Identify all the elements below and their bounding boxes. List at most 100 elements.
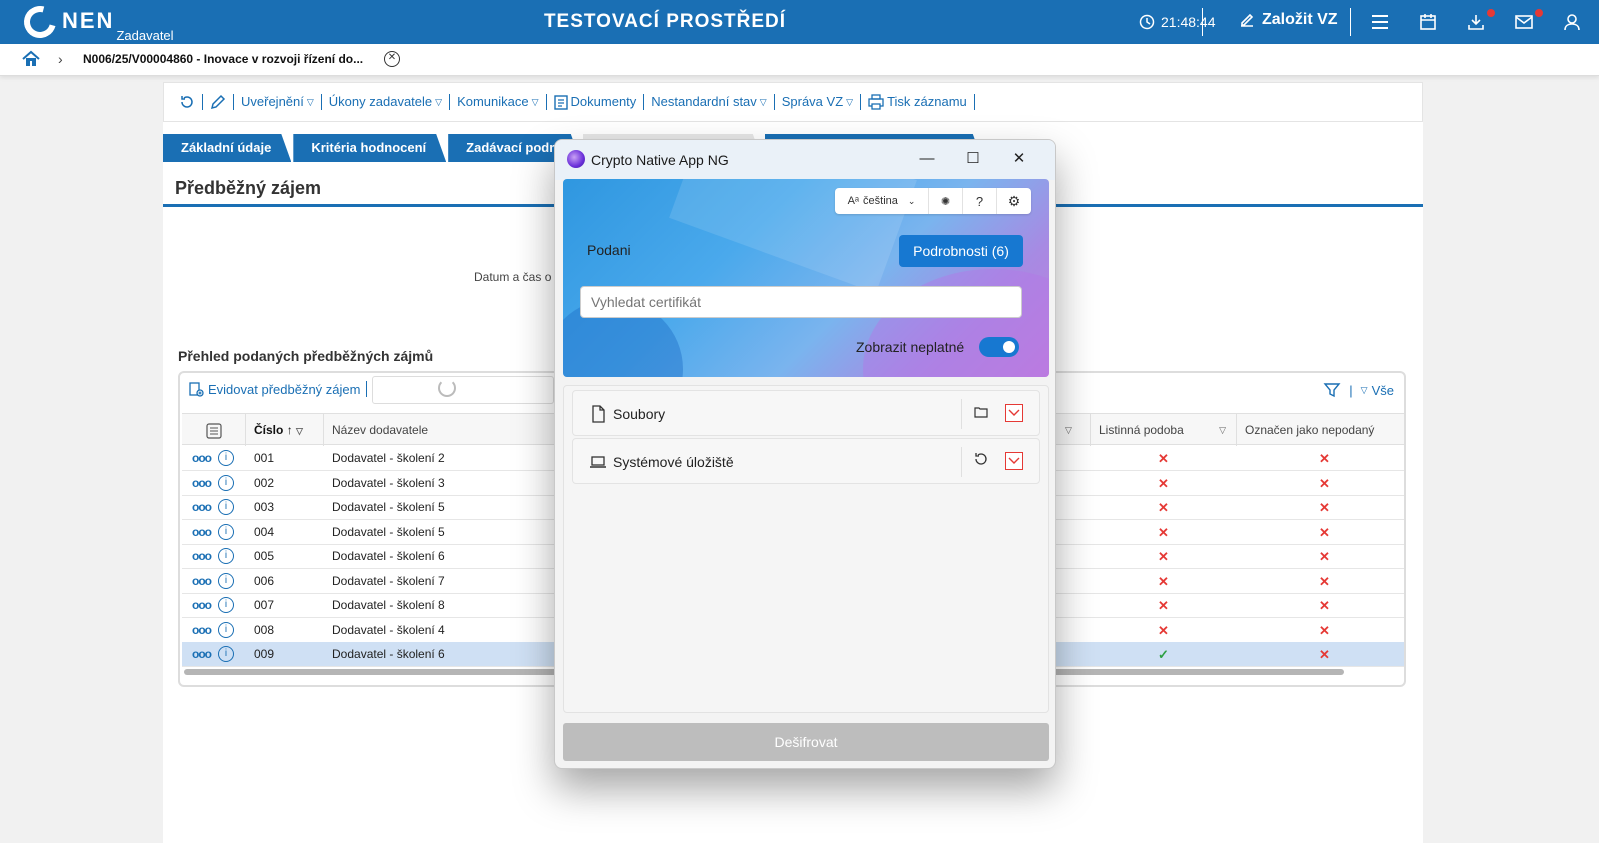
page-title: Předběžný zájem (175, 178, 322, 198)
column-header-nazev[interactable]: Název dodavatele (324, 414, 554, 446)
cell-listinna: ✕ (1158, 500, 1169, 515)
triangle-down-icon[interactable]: ▽ (1057, 414, 1091, 446)
toolbar-nestandardni[interactable]: Nestandardní stav ▽ (644, 94, 775, 110)
create-vz-button[interactable]: Založit VZ (1238, 11, 1338, 29)
filter-all-button[interactable]: | ▽ Vše (1323, 381, 1394, 399)
evidovat-label: Evidovat předběžný zájem (208, 381, 361, 397)
triangle-down-icon: ▽ (1219, 425, 1226, 435)
storage-item-system[interactable]: Systémové úložiště (572, 438, 1040, 484)
toolbar-tisk[interactable]: Tisk záznamu (861, 94, 975, 110)
language-select[interactable]: Aᵃ čeština ⌄ (835, 188, 929, 214)
column-header-cislo[interactable]: Číslo ↑ ▽ (246, 414, 324, 446)
divider (961, 399, 962, 429)
toolbar-label: Správa VZ (781, 94, 844, 109)
decrypt-button[interactable]: Dešifrovat (563, 723, 1049, 761)
mail-icon[interactable] (1514, 12, 1534, 32)
triangle-down-icon: ▽ (759, 97, 767, 107)
session-clock: 21:48:44 (1139, 14, 1216, 30)
toolbar-komunikace[interactable]: Komunikace ▽ (450, 94, 547, 110)
info-icon[interactable]: i (218, 499, 234, 515)
toolbar-uverejneni[interactable]: Uveřejnění ▽ (234, 94, 322, 110)
details-button[interactable]: Podrobnosti (6) (899, 235, 1023, 267)
open-folder-icon[interactable] (971, 404, 991, 424)
calendar-icon[interactable] (1418, 12, 1438, 32)
triangle-down-icon: ▽ (306, 97, 314, 107)
cell-listinna: ✕ (1158, 622, 1169, 638)
bug-report-icon[interactable]: ✺ (929, 188, 963, 214)
column-header-listinna[interactable]: Listinná podoba ▽ (1091, 414, 1237, 446)
refresh-icon[interactable] (971, 452, 991, 472)
minimize-icon[interactable]: — (915, 148, 939, 170)
more-actions-icon[interactable]: ooo (192, 495, 212, 520)
cell-listinna: ✕ (1158, 598, 1169, 613)
maximize-icon[interactable]: ☐ (961, 148, 985, 170)
tab-zakladni-udaje[interactable]: Základní údaje (163, 134, 291, 162)
expand-chevron-icon[interactable] (1005, 452, 1023, 470)
evidovat-button[interactable]: Evidovat předběžný zájem (188, 381, 368, 397)
action-toolbar: Uveřejnění ▽ Úkony zadavatele ▽ Komunikace… (163, 82, 1423, 122)
info-icon[interactable]: i (218, 474, 234, 491)
close-window-icon[interactable]: ✕ (1007, 148, 1031, 170)
home-icon[interactable] (22, 50, 40, 71)
info-icon[interactable]: i (218, 450, 234, 466)
chevron-down-icon: ⌄ (907, 195, 916, 206)
cell-oznacen: ✕ (1319, 598, 1330, 613)
cell-nazev: Dodavatel - školení 2 (332, 451, 445, 465)
more-actions-icon[interactable]: ooo (192, 446, 212, 471)
more-actions-icon[interactable]: ooo (192, 520, 212, 545)
certificate-search-input[interactable] (580, 286, 1022, 318)
storage-item-files[interactable]: Soubory (572, 390, 1040, 436)
window-titlebar: Crypto Native App NG — ☐ ✕ (555, 140, 1055, 180)
download-icon[interactable] (1466, 12, 1486, 32)
cell-listinna: ✓ (1158, 647, 1169, 662)
column-header-oznacen[interactable]: Označen jako nepodaný (1237, 414, 1404, 446)
toolbar-label: Tisk záznamu (887, 94, 967, 109)
info-icon[interactable]: i (218, 548, 234, 564)
expand-chevron-icon[interactable] (1005, 404, 1023, 422)
tab-kriteria[interactable]: Kritéria hodnocení (293, 134, 446, 162)
triangle-down-icon: ▽ (531, 97, 539, 107)
cell-cislo: 006 (254, 573, 275, 588)
settings-gear-icon[interactable]: ⚙ (997, 188, 1031, 214)
cell-oznacen: ✕ (1319, 500, 1330, 515)
column-settings-button[interactable] (182, 414, 246, 446)
info-icon[interactable]: i (218, 523, 234, 540)
cell-oznacen: ✕ (1319, 451, 1330, 466)
cell-listinna: ✕ (1158, 573, 1169, 589)
info-icon[interactable]: i (218, 597, 234, 613)
grid-search-input[interactable] (372, 376, 554, 404)
toolbar-dokumenty[interactable]: Dokumenty (547, 94, 645, 110)
user-icon[interactable] (1562, 12, 1582, 32)
toolbar-sprava[interactable]: Správa VZ ▽ (775, 94, 862, 110)
more-actions-icon[interactable]: ooo (192, 544, 212, 569)
cell-nazev: Dodavatel - školení 5 (332, 500, 445, 514)
cell-cislo: 005 (254, 549, 275, 563)
chevron-right-icon: › (58, 51, 63, 67)
storage-item-label: Soubory (613, 406, 666, 422)
show-invalid-toggle[interactable] (979, 337, 1019, 357)
cell-listinna: ✕ (1158, 475, 1169, 491)
overview-title: Přehled podaných předběžných zájmů (178, 348, 434, 364)
more-actions-icon[interactable]: ooo (192, 471, 212, 496)
close-icon[interactable]: ✕ (384, 51, 400, 67)
edit-button[interactable] (203, 94, 234, 110)
more-actions-icon[interactable]: ooo (192, 618, 212, 643)
cell-oznacen: ✕ (1319, 622, 1330, 638)
refresh-button[interactable] (172, 94, 203, 110)
translate-icon: Aᵃ (847, 195, 860, 207)
more-actions-icon[interactable]: ooo (192, 569, 212, 594)
more-actions-icon[interactable]: ooo (192, 642, 212, 667)
menu-icon[interactable] (1370, 12, 1390, 32)
toolbar-ukony[interactable]: Úkony zadavatele ▽ (322, 94, 451, 110)
cell-oznacen: ✕ (1319, 647, 1330, 662)
crypto-app-window: Crypto Native App NG — ☐ ✕ Aᵃ čeština ⌄ … (554, 139, 1056, 769)
info-icon[interactable]: i (218, 646, 234, 662)
help-icon[interactable]: ? (963, 188, 997, 214)
info-icon[interactable]: i (218, 621, 234, 638)
breadcrumb-current[interactable]: N006/25/V00004860 - Inovace v rozvoji ří… (83, 52, 363, 66)
column-label: Číslo (254, 423, 284, 437)
info-icon[interactable]: i (218, 572, 234, 589)
storage-item-label: Systémové úložiště (613, 454, 734, 470)
triangle-down-icon: ▽ (1360, 384, 1368, 395)
more-actions-icon[interactable]: ooo (192, 593, 212, 618)
